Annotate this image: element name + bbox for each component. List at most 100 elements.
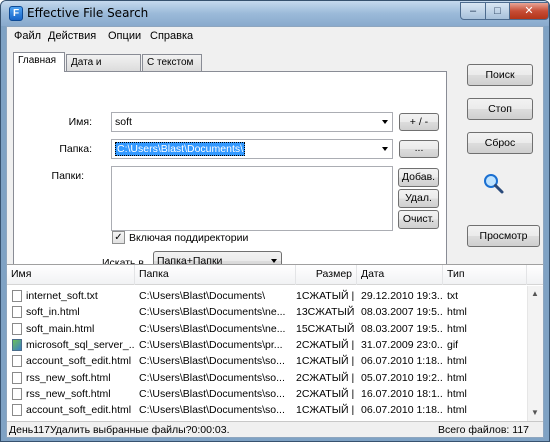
file-icon	[12, 306, 22, 319]
row-size: 1СЖАТЫЙ |	[296, 290, 355, 302]
tab-main[interactable]: Главная	[13, 52, 65, 72]
column-name[interactable]: Имя	[7, 265, 135, 285]
menu-bar: Файл Действия Опции Справка	[7, 27, 543, 46]
file-icon	[12, 387, 22, 400]
row-name: rss_new_soft.html	[26, 371, 111, 384]
window-title: Effective File Search	[27, 6, 149, 20]
status-right: Всего файлов: 117	[437, 424, 529, 436]
row-size: 2СЖАТЫЙ |	[296, 338, 355, 351]
tab-with-text[interactable]: С текстом	[142, 54, 202, 71]
row-folder: C:\Users\Blast\Documents\ne...	[139, 322, 286, 335]
plus-minus-button[interactable]: + / -	[399, 113, 439, 131]
table-row[interactable]: soft_in.html C:\Users\Blast\Documents\ne.…	[7, 304, 527, 320]
browse-button[interactable]: ...	[399, 140, 439, 158]
app-icon: F	[9, 6, 23, 21]
close-button[interactable]: ✕	[509, 2, 549, 20]
row-date: 06.07.2010 1:18...	[361, 404, 443, 417]
app-window: F Effective File Search – □ ✕ Файл Дейст…	[0, 0, 550, 442]
vertical-scrollbar[interactable]: ▲ ▼	[527, 286, 543, 422]
status-bar: День117Удалить выбранные файлы?0:00:03. …	[7, 421, 543, 437]
subdirs-checkbox[interactable]: ✓	[112, 231, 125, 244]
row-size: 13СЖАТЫЙ |	[296, 306, 357, 319]
row-name: account_soft_edit.html	[26, 355, 132, 368]
magnifier-icon	[484, 174, 504, 194]
scroll-down-icon[interactable]: ▼	[530, 408, 540, 418]
row-name: soft_main.html	[26, 322, 95, 335]
table-row[interactable]: account_soft_edit.html C:\Users\Blast\Doc…	[7, 402, 527, 418]
row-name: soft_in.html	[26, 306, 80, 319]
row-size: 2СЖАТЫЙ |	[296, 387, 355, 400]
table-row[interactable]: soft_main.html C:\Users\Blast\Documents\n…	[7, 321, 527, 337]
row-type: html	[447, 387, 467, 400]
row-type: html	[447, 404, 467, 417]
row-folder: C:\Users\Blast\Documents\so...	[139, 355, 285, 368]
scroll-up-icon[interactable]: ▲	[530, 289, 540, 299]
menu-file[interactable]: Файл	[14, 30, 41, 42]
gif-icon	[12, 338, 22, 351]
stop-button[interactable]: Стоп	[467, 98, 533, 120]
menu-actions[interactable]: Действия	[48, 30, 96, 42]
row-date: 05.07.2010 19:2...	[361, 371, 443, 384]
row-size: 1СЖАТЫЙ |	[296, 355, 355, 368]
row-size: 2СЖАТЫЙ |	[296, 371, 355, 384]
row-name: internet_soft.txt	[26, 290, 98, 302]
column-size[interactable]: Размер	[296, 265, 357, 285]
file-icon	[12, 404, 22, 417]
subdirs-label[interactable]: Включая поддиректории	[129, 232, 248, 244]
clear-folders-button[interactable]: Очист.	[398, 210, 439, 229]
table-row[interactable]: rss_new_soft.html C:\Users\Blast\Document…	[7, 370, 527, 386]
minimize-button[interactable]: –	[460, 2, 486, 20]
row-date: 31.07.2009 23:0...	[361, 338, 443, 351]
row-size: 15СЖАТЫЙ |	[296, 322, 357, 335]
menu-help[interactable]: Справка	[150, 30, 193, 42]
folder-value: C:\Users\Blast\Documents\	[115, 142, 246, 156]
row-type: html	[447, 306, 467, 319]
file-icon	[12, 290, 22, 302]
dropdown-arrow-icon	[382, 147, 388, 151]
row-date: 08.03.2007 19:5...	[361, 306, 443, 319]
search-button[interactable]: Поиск	[467, 64, 533, 86]
row-type: html	[447, 371, 467, 384]
row-type: html	[447, 322, 467, 335]
name-combobox[interactable]: soft	[111, 112, 393, 132]
table-row[interactable]: rss_new_soft.html C:\Users\Blast\Document…	[7, 386, 527, 402]
close-icon: ✕	[524, 5, 534, 17]
row-folder: C:\Users\Blast\Documents\so...	[139, 404, 285, 417]
row-type: gif	[447, 338, 459, 351]
menu-options[interactable]: Опции	[108, 30, 141, 42]
row-size: 1СЖАТЫЙ |	[296, 404, 355, 417]
table-row[interactable]: internet_soft.txt C:\Users\Blast\Document…	[7, 288, 527, 304]
row-type: html	[447, 355, 467, 368]
table-row[interactable]: account_soft_edit.html C:\Users\Blast\Doc…	[7, 353, 527, 369]
column-date[interactable]: Дата	[357, 265, 443, 285]
name-value: soft	[115, 116, 132, 128]
table-row[interactable]: microsoft_sql_server_... C:\Users\Blast\D…	[7, 337, 527, 353]
row-name: account_soft_edit.html	[26, 404, 132, 417]
dropdown-arrow-icon	[271, 259, 277, 263]
row-folder: C:\Users\Blast\Documents\	[139, 290, 266, 302]
view-button[interactable]: Просмотр	[467, 225, 540, 247]
reset-button[interactable]: Сброс	[467, 132, 533, 154]
results-list[interactable]: Имя Папка Размер Дата Тип internet_soft.…	[7, 264, 543, 422]
client-area: Файл Действия Опции Справка Главная Дата…	[6, 26, 544, 438]
folders-listbox[interactable]	[111, 166, 393, 231]
maximize-icon: □	[494, 5, 501, 17]
row-folder: C:\Users\Blast\Documents\so...	[139, 387, 285, 400]
title-bar[interactable]: F Effective File Search – □ ✕	[1, 1, 549, 26]
row-folder: C:\Users\Blast\Documents\so...	[139, 371, 285, 384]
row-name: microsoft_sql_server_...	[26, 338, 134, 351]
tab-date-size[interactable]: Дата и размер	[66, 54, 141, 83]
remove-folder-button[interactable]: Удал.	[398, 189, 439, 208]
add-folder-button[interactable]: Добав.	[398, 168, 439, 187]
row-date: 16.07.2010 18:1...	[361, 387, 443, 400]
row-folder: C:\Users\Blast\Documents\ne...	[139, 306, 286, 319]
column-type[interactable]: Тип	[443, 265, 527, 285]
column-folder[interactable]: Папка	[135, 265, 296, 285]
maximize-button[interactable]: □	[485, 2, 510, 20]
folder-label: Папка:	[59, 143, 92, 155]
row-date: 29.12.2010 19:3...	[361, 290, 443, 302]
name-label: Имя:	[68, 116, 92, 128]
status-left: День117Удалить выбранные файлы?0:00:03.	[9, 424, 230, 436]
row-date: 06.07.2010 1:18...	[361, 355, 443, 368]
folder-combobox[interactable]: C:\Users\Blast\Documents\	[111, 139, 393, 159]
